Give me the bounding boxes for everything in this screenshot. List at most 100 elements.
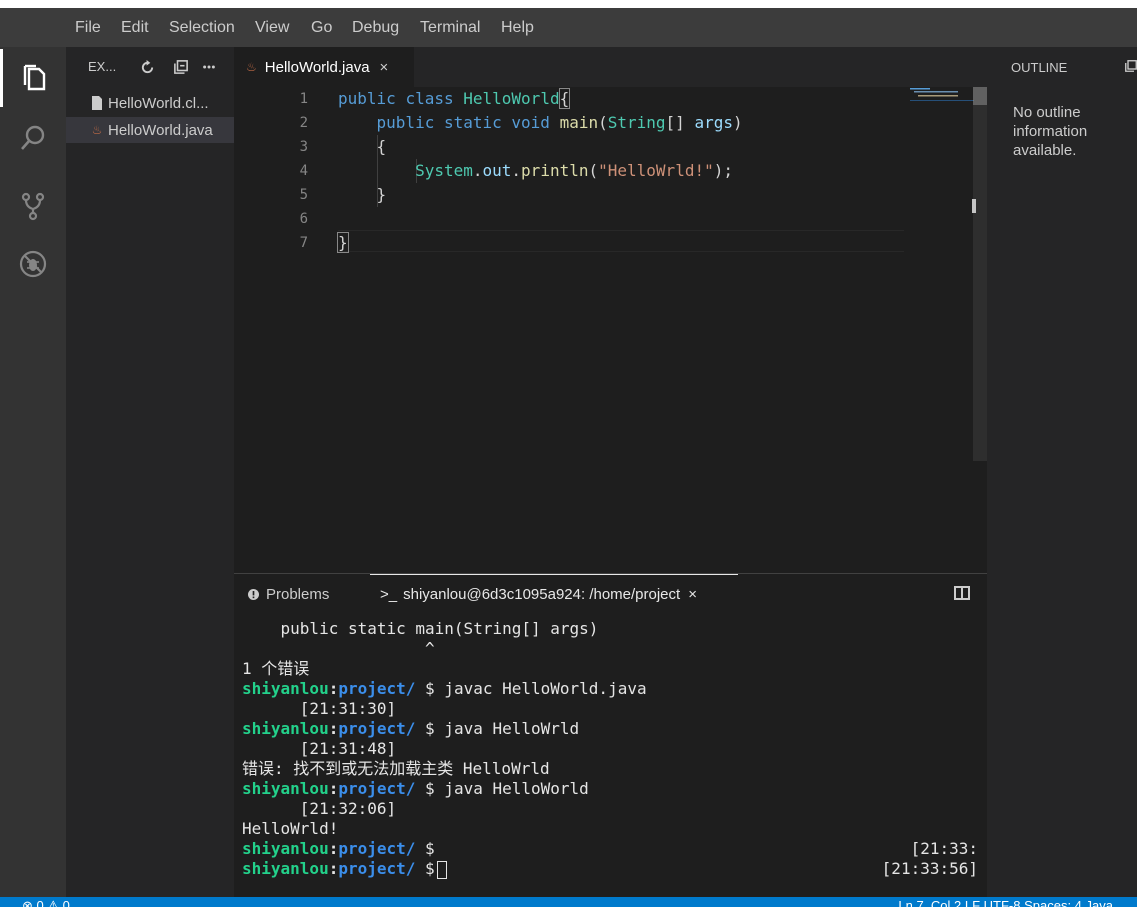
terminal-line: 1 个错误	[242, 659, 310, 678]
file-item-java[interactable]: ♨ HelloWorld.java	[66, 117, 234, 143]
file-name: HelloWorld.java	[108, 121, 213, 139]
more-actions-icon-glyph	[203, 65, 215, 69]
explorer-sidebar: EX... HelloWorld.cl... ♨ HelloWorld.java	[66, 47, 234, 897]
prompt-command: $	[415, 839, 435, 858]
code-line-7: }	[337, 232, 349, 253]
tab-helloworld-java[interactable]: ♨ HelloWorld.java ×	[234, 47, 414, 87]
terminal-line: [21:31:48]	[242, 739, 397, 758]
search-icon[interactable]	[0, 109, 66, 167]
terminal-timestamp: [21:33:	[910, 839, 978, 858]
terminal-line: public static main(String[] args)	[242, 619, 599, 638]
cursor-position-marker	[972, 199, 976, 213]
code-line-5: }	[338, 185, 387, 204]
activity-bar	[0, 47, 66, 897]
tab-problems[interactable]: Problems	[248, 574, 329, 614]
prompt-user: shiyanlou	[242, 839, 329, 858]
search-icon-glyph	[21, 125, 45, 150]
collapse-all-icon[interactable]	[1125, 59, 1137, 75]
line-number: 1	[299, 91, 308, 107]
line-number: 6	[299, 211, 308, 227]
code-line-1: public class HelloWorld{	[338, 88, 571, 109]
close-icon[interactable]: ×	[688, 586, 697, 603]
prompt-separator: :	[328, 679, 339, 698]
code-line-2: public static void main(String[] args)	[376, 113, 743, 132]
terminal-timestamp: [21:33:56]	[881, 859, 978, 878]
prompt-path: project/	[338, 679, 416, 698]
problems-status[interactable]: ⊗ 0 ⚠ 0	[22, 897, 70, 907]
menu-debug[interactable]: Debug	[352, 8, 399, 47]
prompt-separator: :	[328, 779, 339, 798]
editor-scrollbar-thumb[interactable]	[973, 87, 987, 105]
java-icon: ♨	[246, 60, 257, 74]
menu-selection[interactable]: Selection	[169, 8, 235, 47]
terminal-line: HelloWrld!	[242, 819, 339, 838]
editor-status[interactable]: Ln 7, Col 2 LF UTF-8 Spaces: 4 Java	[898, 897, 1113, 907]
line-number: 5	[299, 187, 308, 203]
menu-edit[interactable]: Edit	[121, 8, 149, 47]
prompt-separator: :	[328, 859, 339, 878]
prompt-path: project/	[338, 779, 416, 798]
menu-help[interactable]: Help	[501, 8, 534, 47]
prompt-command: $ javac HelloWorld.java	[415, 679, 647, 698]
close-icon[interactable]: ×	[380, 59, 389, 76]
collapse-all-icon-glyph	[174, 60, 188, 74]
prompt-path: project/	[338, 719, 416, 738]
terminal-line: [21:31:30]	[242, 699, 397, 718]
prompt-path: project/	[338, 859, 416, 878]
more-actions-icon[interactable]	[199, 57, 219, 77]
outline-panel: OUTLINE No outline information available…	[987, 47, 1137, 897]
menu-go[interactable]: Go	[311, 8, 332, 47]
prompt-path: project/	[338, 839, 416, 858]
terminal-cursor	[436, 860, 447, 879]
source-control-icon-glyph	[21, 192, 45, 221]
prompt-user: shiyanlou	[242, 859, 329, 878]
refresh-icon-glyph	[141, 59, 153, 73]
terminal-label: shiyanlou@6d3c1095a924: /home/project	[403, 586, 681, 603]
collapse-all-icon-glyph	[1125, 60, 1137, 72]
menu-file[interactable]: File	[75, 8, 101, 47]
menu-view[interactable]: View	[255, 8, 289, 47]
files-icon-glyph	[23, 64, 45, 91]
explorer-title: EX...	[88, 59, 117, 74]
debug-icon-glyph	[19, 250, 47, 278]
editor-tabs: ♨ HelloWorld.java ×	[234, 47, 987, 87]
refresh-icon[interactable]	[137, 57, 157, 77]
editor-scrollbar[interactable]	[973, 87, 987, 461]
terminal-line: shiyanlou:project/ $ java HelloWorld	[242, 779, 978, 799]
terminal-icon: >_	[380, 586, 398, 603]
prompt-user: shiyanlou	[242, 779, 329, 798]
source-control-icon[interactable]	[0, 177, 66, 235]
debug-icon[interactable]	[0, 235, 66, 293]
terminal-line: [21:32:06]	[242, 799, 397, 818]
files-icon[interactable]	[0, 49, 66, 107]
terminal-line: shiyanlou:project/ $ java HelloWrld	[242, 719, 978, 739]
prompt-command: $ java HelloWorld	[415, 779, 589, 798]
java-icon: ♨	[91, 123, 103, 137]
prompt-command: $	[415, 859, 435, 878]
prompt-command: $ java HelloWrld	[415, 719, 580, 738]
terminal-line: shiyanlou:project/ $ [21:33:56]	[242, 859, 978, 879]
tab-label: HelloWorld.java	[264, 58, 370, 76]
menu-terminal[interactable]: Terminal	[420, 8, 480, 47]
minimap[interactable]	[910, 87, 974, 107]
line-number: 2	[299, 115, 308, 131]
line-number: 3	[299, 139, 308, 155]
info-icon	[248, 588, 259, 600]
collapse-all-icon[interactable]	[171, 57, 191, 77]
bottom-panel: Problems >_ shiyanlou@6d3c1095a924: /hom…	[234, 573, 987, 897]
code-editor[interactable]: 1 2 3 4 5 6 7 public class HelloWorld{ p…	[234, 87, 987, 573]
terminal-line: shiyanlou:project/ $ javac HelloWorld.ja…	[242, 679, 978, 699]
line-number: 4	[299, 163, 308, 179]
menu-bar: File Edit Selection View Go Debug Termin…	[0, 8, 1137, 47]
terminal-line: shiyanlou:project/ $ [21:33:	[242, 839, 978, 859]
line-number: 7	[299, 235, 308, 251]
file-icon	[88, 96, 106, 110]
split-terminal-icon[interactable]	[954, 586, 970, 600]
file-item-class[interactable]: HelloWorld.cl...	[66, 90, 234, 116]
outline-empty-message: No outline information available.	[1013, 104, 1088, 159]
status-bar: ⊗ 0 ⚠ 0 Ln 7, Col 2 LF UTF-8 Spaces: 4 J…	[0, 897, 1137, 907]
prompt-separator: :	[328, 719, 339, 738]
prompt-user: shiyanlou	[242, 679, 329, 698]
prompt-user: shiyanlou	[242, 719, 329, 738]
tab-terminal[interactable]: >_ shiyanlou@6d3c1095a924: /home/project…	[370, 574, 738, 614]
